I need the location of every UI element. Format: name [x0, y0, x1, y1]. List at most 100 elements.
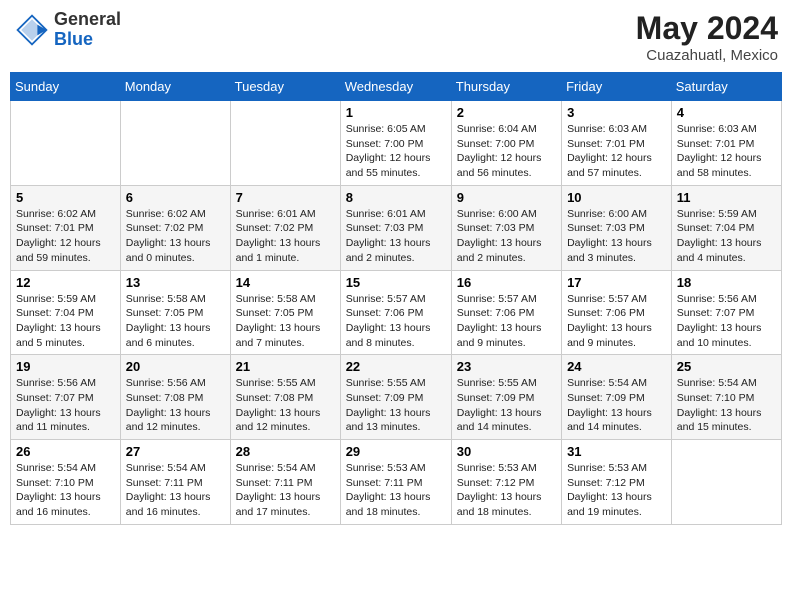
day-number: 1 [346, 105, 446, 120]
day-number: 27 [126, 444, 225, 459]
logo-general: General [54, 10, 121, 30]
weekday-header: Saturday [671, 73, 781, 101]
day-info: Sunrise: 5:56 AM Sunset: 7:07 PM Dayligh… [16, 376, 115, 435]
calendar-cell: 27 Sunrise: 5:54 AM Sunset: 7:11 PM Dayli… [120, 440, 230, 525]
page-header: General Blue May 2024 Cuazahuatl, Mexico [10, 10, 782, 64]
calendar-cell: 2 Sunrise: 6:04 AM Sunset: 7:00 PM Daylig… [451, 101, 561, 186]
day-number: 30 [457, 444, 556, 459]
logo-icon [14, 12, 50, 48]
calendar-cell: 5Sunrise: 6:02 AM Sunset: 7:01 PM Daylig… [11, 185, 121, 270]
day-number: 8 [346, 190, 446, 205]
day-info: Sunrise: 6:02 AM Sunset: 7:01 PM Dayligh… [16, 207, 115, 266]
calendar-cell: 15Sunrise: 5:57 AM Sunset: 7:06 PM Dayli… [340, 270, 451, 355]
calendar-cell: 7 Sunrise: 6:01 AM Sunset: 7:02 PM Daylig… [230, 185, 340, 270]
day-number: 13 [126, 275, 225, 290]
calendar-table: SundayMondayTuesdayWednesdayThursdayFrid… [10, 72, 782, 525]
day-number: 21 [236, 359, 335, 374]
calendar-cell: 11Sunrise: 5:59 AM Sunset: 7:04 PM Dayli… [671, 185, 781, 270]
day-info: Sunrise: 6:00 AM Sunset: 7:03 PM Dayligh… [567, 207, 666, 266]
day-info: Sunrise: 5:55 AM Sunset: 7:09 PM Dayligh… [346, 376, 446, 435]
day-number: 17 [567, 275, 666, 290]
day-number: 3 [567, 105, 666, 120]
day-info: Sunrise: 5:53 AM Sunset: 7:11 PM Dayligh… [346, 461, 446, 520]
calendar-cell: 21 Sunrise: 5:55 AM Sunset: 7:08 PM Dayli… [230, 355, 340, 440]
weekday-header: Sunday [11, 73, 121, 101]
day-number: 28 [236, 444, 335, 459]
day-number: 20 [126, 359, 225, 374]
day-info: Sunrise: 5:53 AM Sunset: 7:12 PM Dayligh… [457, 461, 556, 520]
day-info: Sunrise: 6:01 AM Sunset: 7:03 PM Dayligh… [346, 207, 446, 266]
calendar-week-row: 5Sunrise: 6:02 AM Sunset: 7:01 PM Daylig… [11, 185, 782, 270]
day-info: Sunrise: 5:54 AM Sunset: 7:10 PM Dayligh… [16, 461, 115, 520]
day-number: 18 [677, 275, 776, 290]
calendar-cell: 24 Sunrise: 5:54 AM Sunset: 7:09 PM Dayli… [562, 355, 672, 440]
day-info: Sunrise: 5:55 AM Sunset: 7:09 PM Dayligh… [457, 376, 556, 435]
calendar-week-row: 19 Sunrise: 5:56 AM Sunset: 7:07 PM Dayli… [11, 355, 782, 440]
calendar-cell [120, 101, 230, 186]
day-info: Sunrise: 6:05 AM Sunset: 7:00 PM Dayligh… [346, 122, 446, 181]
day-number: 7 [236, 190, 335, 205]
day-info: Sunrise: 6:03 AM Sunset: 7:01 PM Dayligh… [677, 122, 776, 181]
calendar-cell [671, 440, 781, 525]
day-info: Sunrise: 5:56 AM Sunset: 7:07 PM Dayligh… [677, 292, 776, 351]
calendar-cell: 10Sunrise: 6:00 AM Sunset: 7:03 PM Dayli… [562, 185, 672, 270]
weekday-header: Wednesday [340, 73, 451, 101]
day-number: 19 [16, 359, 115, 374]
day-info: Sunrise: 5:57 AM Sunset: 7:06 PM Dayligh… [567, 292, 666, 351]
calendar-cell: 13 Sunrise: 5:58 AM Sunset: 7:05 PM Dayli… [120, 270, 230, 355]
weekday-header: Thursday [451, 73, 561, 101]
calendar-cell: 23 Sunrise: 5:55 AM Sunset: 7:09 PM Dayli… [451, 355, 561, 440]
calendar-cell: 30 Sunrise: 5:53 AM Sunset: 7:12 PM Dayli… [451, 440, 561, 525]
location: Cuazahuatl, Mexico [636, 47, 778, 64]
calendar-cell: 19 Sunrise: 5:56 AM Sunset: 7:07 PM Dayli… [11, 355, 121, 440]
day-number: 16 [457, 275, 556, 290]
calendar-week-row: 26 Sunrise: 5:54 AM Sunset: 7:10 PM Dayli… [11, 440, 782, 525]
day-number: 2 [457, 105, 556, 120]
day-number: 22 [346, 359, 446, 374]
day-info: Sunrise: 6:04 AM Sunset: 7:00 PM Dayligh… [457, 122, 556, 181]
calendar-cell: 17 Sunrise: 5:57 AM Sunset: 7:06 PM Dayli… [562, 270, 672, 355]
day-info: Sunrise: 6:00 AM Sunset: 7:03 PM Dayligh… [457, 207, 556, 266]
calendar-cell: 4 Sunrise: 6:03 AM Sunset: 7:01 PM Daylig… [671, 101, 781, 186]
day-info: Sunrise: 6:03 AM Sunset: 7:01 PM Dayligh… [567, 122, 666, 181]
day-info: Sunrise: 5:59 AM Sunset: 7:04 PM Dayligh… [16, 292, 115, 351]
calendar-cell: 3 Sunrise: 6:03 AM Sunset: 7:01 PM Daylig… [562, 101, 672, 186]
day-info: Sunrise: 5:54 AM Sunset: 7:11 PM Dayligh… [236, 461, 335, 520]
day-number: 25 [677, 359, 776, 374]
day-info: Sunrise: 5:58 AM Sunset: 7:05 PM Dayligh… [126, 292, 225, 351]
calendar-cell: 20 Sunrise: 5:56 AM Sunset: 7:08 PM Dayli… [120, 355, 230, 440]
day-info: Sunrise: 6:02 AM Sunset: 7:02 PM Dayligh… [126, 207, 225, 266]
day-number: 26 [16, 444, 115, 459]
calendar-cell: 29Sunrise: 5:53 AM Sunset: 7:11 PM Dayli… [340, 440, 451, 525]
logo-text: General Blue [54, 10, 121, 50]
day-info: Sunrise: 5:57 AM Sunset: 7:06 PM Dayligh… [457, 292, 556, 351]
day-number: 14 [236, 275, 335, 290]
day-info: Sunrise: 5:55 AM Sunset: 7:08 PM Dayligh… [236, 376, 335, 435]
calendar-cell: 12 Sunrise: 5:59 AM Sunset: 7:04 PM Dayli… [11, 270, 121, 355]
title-block: May 2024 Cuazahuatl, Mexico [636, 10, 778, 64]
day-number: 12 [16, 275, 115, 290]
day-number: 15 [346, 275, 446, 290]
day-info: Sunrise: 5:56 AM Sunset: 7:08 PM Dayligh… [126, 376, 225, 435]
day-number: 6 [126, 190, 225, 205]
weekday-header: Friday [562, 73, 672, 101]
calendar-cell: 8 Sunrise: 6:01 AM Sunset: 7:03 PM Daylig… [340, 185, 451, 270]
day-number: 24 [567, 359, 666, 374]
day-info: Sunrise: 5:54 AM Sunset: 7:09 PM Dayligh… [567, 376, 666, 435]
day-info: Sunrise: 5:54 AM Sunset: 7:11 PM Dayligh… [126, 461, 225, 520]
day-number: 9 [457, 190, 556, 205]
day-number: 11 [677, 190, 776, 205]
day-info: Sunrise: 5:53 AM Sunset: 7:12 PM Dayligh… [567, 461, 666, 520]
month-title: May 2024 [636, 10, 778, 47]
calendar-week-row: 1 Sunrise: 6:05 AM Sunset: 7:00 PM Daylig… [11, 101, 782, 186]
day-number: 4 [677, 105, 776, 120]
calendar-cell: 28 Sunrise: 5:54 AM Sunset: 7:11 PM Dayli… [230, 440, 340, 525]
calendar-cell: 26 Sunrise: 5:54 AM Sunset: 7:10 PM Dayli… [11, 440, 121, 525]
day-info: Sunrise: 5:58 AM Sunset: 7:05 PM Dayligh… [236, 292, 335, 351]
day-info: Sunrise: 5:54 AM Sunset: 7:10 PM Dayligh… [677, 376, 776, 435]
weekday-header-row: SundayMondayTuesdayWednesdayThursdayFrid… [11, 73, 782, 101]
calendar-cell: 9 Sunrise: 6:00 AM Sunset: 7:03 PM Daylig… [451, 185, 561, 270]
day-number: 23 [457, 359, 556, 374]
day-info: Sunrise: 6:01 AM Sunset: 7:02 PM Dayligh… [236, 207, 335, 266]
weekday-header: Tuesday [230, 73, 340, 101]
